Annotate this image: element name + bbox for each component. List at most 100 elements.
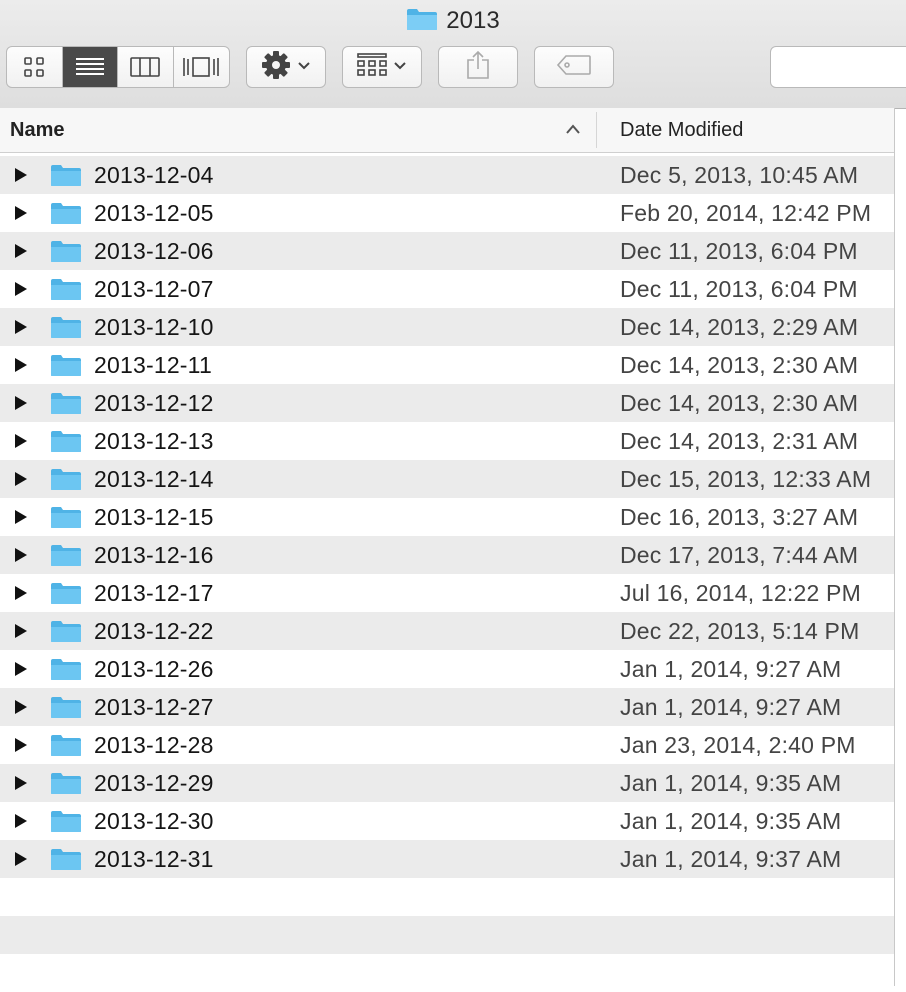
- disclosure-triangle-icon[interactable]: [14, 206, 28, 225]
- disclosure-triangle-icon[interactable]: [14, 320, 28, 339]
- table-row[interactable]: 2013-12-10 Dec 14, 2013, 2:29 AM: [0, 308, 894, 346]
- table-row[interactable]: 2013-12-15 Dec 16, 2013, 3:27 AM: [0, 498, 894, 536]
- disclosure-triangle-icon[interactable]: [14, 586, 28, 605]
- row-name: 2013-12-30: [94, 808, 214, 834]
- arrange-grid-icon: [357, 52, 387, 83]
- disclosure-triangle-icon[interactable]: [14, 244, 28, 263]
- folder-icon: [50, 809, 82, 838]
- disclosure-triangle-icon[interactable]: [14, 472, 28, 491]
- row-name: 2013-12-16: [94, 542, 214, 568]
- column-view-icon[interactable]: [118, 47, 174, 87]
- table-row[interactable]: 2013-12-30 Jan 1, 2014, 9:35 AM: [0, 802, 894, 840]
- column-separator[interactable]: [596, 112, 597, 148]
- row-name: 2013-12-29: [94, 770, 214, 796]
- table-row[interactable]: 2013-12-29 Jan 1, 2014, 9:35 AM: [0, 764, 894, 802]
- table-row[interactable]: 2013-12-04 Dec 5, 2013, 10:45 AM: [0, 156, 894, 194]
- window-toolbar: 2013: [0, 0, 906, 109]
- tag-button[interactable]: [534, 46, 614, 88]
- table-row[interactable]: 2013-12-12 Dec 14, 2013, 2:30 AM: [0, 384, 894, 422]
- folder-icon: [50, 277, 82, 306]
- folder-icon: [50, 315, 82, 344]
- row-name: 2013-12-12: [94, 390, 214, 416]
- folder-icon: [50, 429, 82, 458]
- folder-icon: [50, 581, 82, 610]
- row-name: 2013-12-07: [94, 276, 214, 302]
- row-date-modified: Dec 11, 2013, 6:04 PM: [620, 238, 858, 264]
- disclosure-triangle-icon[interactable]: [14, 358, 28, 377]
- disclosure-triangle-icon[interactable]: [14, 738, 28, 757]
- row-date-modified: Dec 15, 2013, 12:33 AM: [620, 466, 872, 492]
- disclosure-triangle-icon[interactable]: [14, 510, 28, 529]
- cover-flow-icon[interactable]: [174, 47, 230, 87]
- column-header-name[interactable]: Name: [10, 119, 64, 142]
- disclosure-triangle-icon[interactable]: [14, 776, 28, 795]
- disclosure-triangle-icon[interactable]: [14, 396, 28, 415]
- row-date-modified: Jan 1, 2014, 9:27 AM: [620, 656, 842, 682]
- row-date-modified: Jan 1, 2014, 9:35 AM: [620, 770, 842, 796]
- share-icon: [466, 50, 490, 85]
- table-row[interactable]: 2013-12-05 Feb 20, 2014, 12:42 PM: [0, 194, 894, 232]
- column-header-date-modified[interactable]: Date Modified: [620, 119, 743, 142]
- folder-icon: [50, 163, 82, 192]
- row-date-modified: Dec 11, 2013, 6:04 PM: [620, 276, 858, 302]
- disclosure-triangle-icon[interactable]: [14, 700, 28, 719]
- chevron-down-icon: [393, 58, 407, 76]
- table-row[interactable]: 2013-12-07 Dec 11, 2013, 6:04 PM: [0, 270, 894, 308]
- icon-view-icon[interactable]: [7, 47, 63, 87]
- row-name: 2013-12-28: [94, 732, 214, 758]
- empty-row: [0, 954, 894, 992]
- table-row[interactable]: 2013-12-28 Jan 23, 2014, 2:40 PM: [0, 726, 894, 764]
- table-row[interactable]: 2013-12-16 Dec 17, 2013, 7:44 AM: [0, 536, 894, 574]
- disclosure-triangle-icon[interactable]: [14, 624, 28, 643]
- folder-icon: [50, 467, 82, 496]
- folder-icon: [50, 771, 82, 800]
- table-row[interactable]: 2013-12-27 Jan 1, 2014, 9:27 AM: [0, 688, 894, 726]
- row-name: 2013-12-31: [94, 846, 214, 872]
- folder-icon: [50, 619, 82, 648]
- table-row[interactable]: 2013-12-11 Dec 14, 2013, 2:30 AM: [0, 346, 894, 384]
- table-row[interactable]: 2013-12-22 Dec 22, 2013, 5:14 PM: [0, 612, 894, 650]
- row-name: 2013-12-13: [94, 428, 214, 454]
- disclosure-triangle-icon[interactable]: [14, 814, 28, 833]
- chevron-up-icon: [565, 122, 581, 140]
- folder-icon: [50, 391, 82, 420]
- share-button[interactable]: [438, 46, 518, 88]
- table-row[interactable]: 2013-12-14 Dec 15, 2013, 12:33 AM: [0, 460, 894, 498]
- disclosure-triangle-icon[interactable]: [14, 662, 28, 681]
- row-name: 2013-12-10: [94, 314, 214, 340]
- disclosure-triangle-icon[interactable]: [14, 434, 28, 453]
- gear-icon: [261, 50, 291, 85]
- row-name: 2013-12-14: [94, 466, 214, 492]
- empty-row: [0, 878, 894, 916]
- table-row[interactable]: 2013-12-31 Jan 1, 2014, 9:37 AM: [0, 840, 894, 878]
- chevron-down-icon: [297, 58, 311, 76]
- action-button[interactable]: [246, 46, 326, 88]
- column-header: Name Date Modified: [0, 108, 894, 153]
- row-name: 2013-12-11: [94, 352, 212, 378]
- row-name: 2013-12-04: [94, 162, 214, 188]
- row-name: 2013-12-17: [94, 580, 214, 606]
- table-row[interactable]: 2013-12-26 Jan 1, 2014, 9:27 AM: [0, 650, 894, 688]
- table-row[interactable]: 2013-12-13 Dec 14, 2013, 2:31 AM: [0, 422, 894, 460]
- table-row[interactable]: 2013-12-17 Jul 16, 2014, 12:22 PM: [0, 574, 894, 612]
- disclosure-triangle-icon[interactable]: [14, 168, 28, 187]
- arrange-button[interactable]: [342, 46, 422, 88]
- view-mode-control[interactable]: [6, 46, 230, 88]
- folder-icon: [50, 239, 82, 268]
- search-input[interactable]: [770, 46, 906, 88]
- disclosure-triangle-icon[interactable]: [14, 282, 28, 301]
- folder-icon: [406, 7, 438, 36]
- row-name: 2013-12-06: [94, 238, 214, 264]
- folder-icon: [50, 657, 82, 686]
- row-name: 2013-12-27: [94, 694, 214, 720]
- disclosure-triangle-icon[interactable]: [14, 548, 28, 567]
- disclosure-triangle-icon[interactable]: [14, 852, 28, 871]
- folder-icon: [50, 847, 82, 876]
- list-view-icon[interactable]: [62, 47, 118, 87]
- table-row[interactable]: 2013-12-06 Dec 11, 2013, 6:04 PM: [0, 232, 894, 270]
- row-date-modified: Dec 14, 2013, 2:30 AM: [620, 352, 859, 378]
- row-date-modified: Dec 17, 2013, 7:44 AM: [620, 542, 859, 568]
- folder-icon: [50, 543, 82, 572]
- column-right-border: [894, 108, 895, 986]
- tag-icon: [556, 54, 592, 81]
